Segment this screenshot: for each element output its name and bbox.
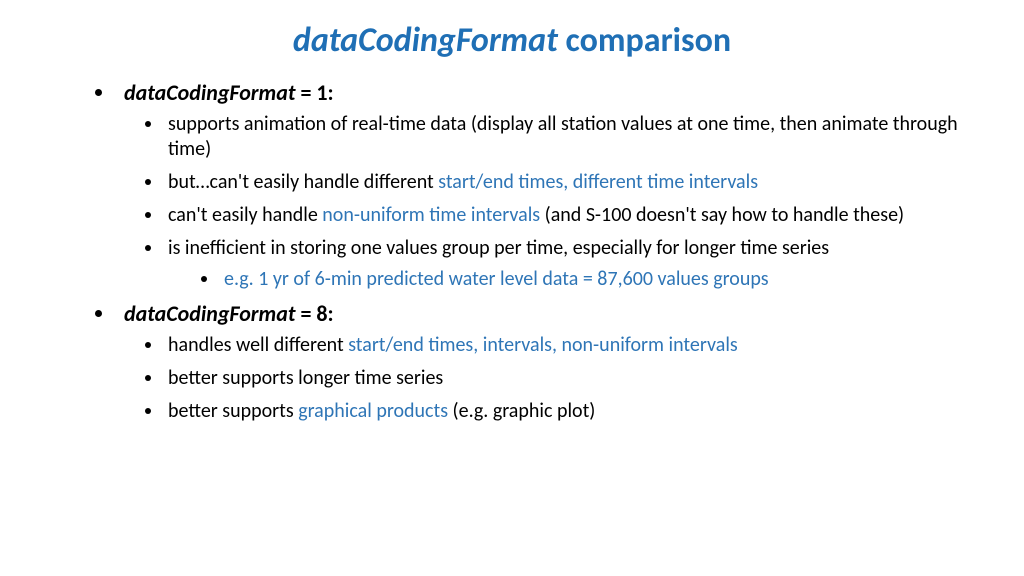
list-item: handles well different start/end times, … — [164, 333, 964, 358]
list-item: can't easily handle non-uniform time int… — [164, 203, 964, 228]
text: better supports — [168, 399, 298, 423]
text: can't easily handle — [168, 203, 322, 227]
main-list: dataCodingFormat = 1: supports animation… — [60, 79, 964, 424]
list-item: better supports longer time series — [164, 366, 964, 391]
text-blue: graphical products — [298, 399, 448, 423]
title-rest: comparison — [558, 20, 731, 61]
text: supports animation of real-time data (di… — [168, 112, 958, 161]
text: (and S-100 doesn't say how to handle the… — [540, 203, 904, 227]
section-1-list: supports animation of real-time data (di… — [124, 112, 964, 292]
text-blue: start/end times, different time interval… — [438, 170, 758, 194]
section-2-list: handles well different start/end times, … — [124, 333, 964, 424]
text-blue: e.g. 1 yr of 6-min predicted water level… — [224, 267, 769, 291]
list-item: but…can't easily handle different start/… — [164, 170, 964, 195]
list-item: is inefficient in storing one values gro… — [164, 236, 964, 292]
list-item: e.g. 1 yr of 6-min predicted water level… — [220, 267, 964, 292]
text: is inefficient in storing one values gro… — [168, 236, 829, 260]
text-blue: non-uniform time intervals — [322, 203, 540, 227]
text-blue: start/end times, intervals, non-uniform … — [348, 333, 738, 357]
section-1-heading-rest: = 1: — [295, 79, 333, 106]
section-1-heading-italic: dataCodingFormat — [124, 79, 295, 106]
text: but…can't easily handle different — [168, 170, 438, 194]
section-2: dataCodingFormat = 8: handles well diffe… — [116, 300, 964, 424]
slide-title: dataCodingFormat comparison — [60, 20, 964, 61]
text: (e.g. graphic plot) — [448, 399, 595, 423]
list-item: better supports graphical products (e.g.… — [164, 399, 964, 424]
list-item: supports animation of real-time data (di… — [164, 112, 964, 162]
section-2-heading-italic: dataCodingFormat — [124, 300, 295, 327]
title-italic: dataCodingFormat — [293, 20, 558, 61]
section-1-sublist: e.g. 1 yr of 6-min predicted water level… — [168, 267, 964, 292]
text: better supports longer time series — [168, 366, 443, 390]
section-2-heading-rest: = 8: — [295, 300, 333, 327]
section-1: dataCodingFormat = 1: supports animation… — [116, 79, 964, 292]
text: handles well different — [168, 333, 348, 357]
